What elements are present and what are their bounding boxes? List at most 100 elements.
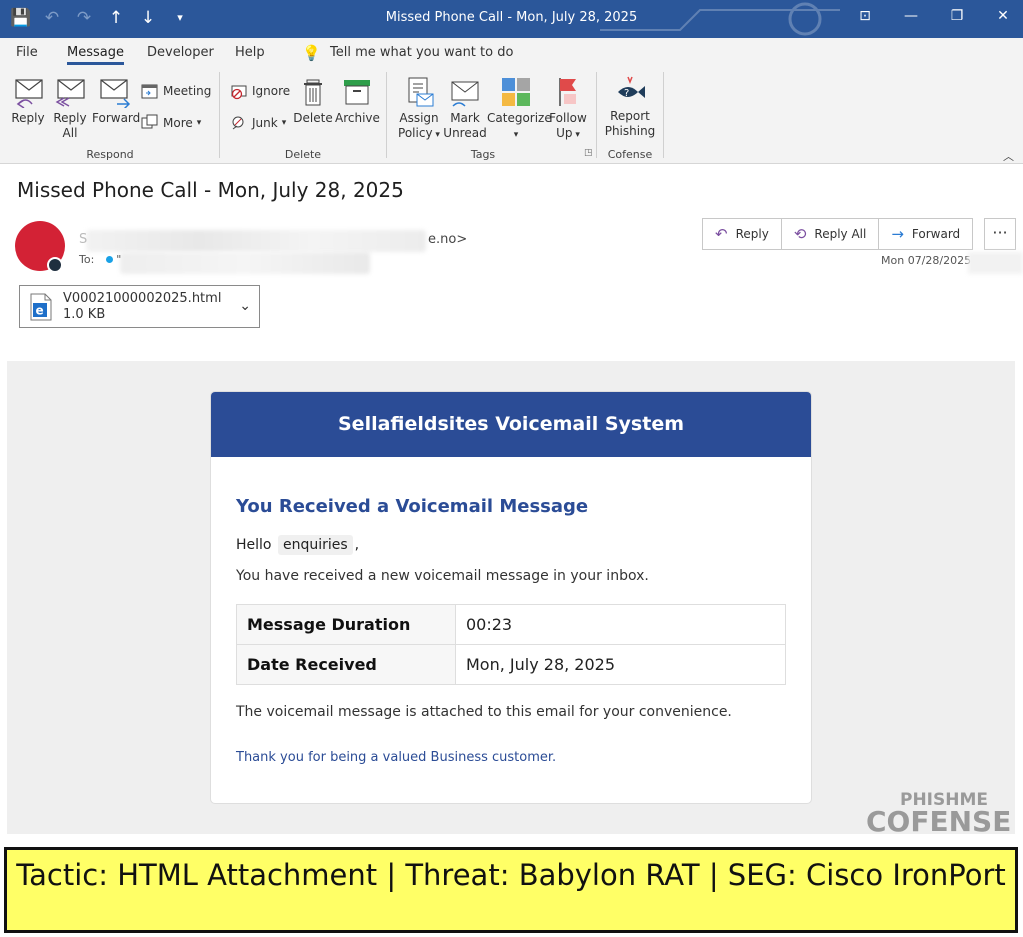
menu-bar: File Message Developer Help 💡 Tell me wh…	[0, 38, 1023, 68]
more-dropdown-icon: ▾	[196, 118, 202, 128]
reply-all-label-1: Reply	[53, 111, 87, 125]
message-actions: ↶ Reply ⟲ Reply All → Forward	[702, 218, 974, 250]
ribbon-separator	[386, 72, 387, 158]
to-label: To:	[79, 253, 95, 266]
mark-unread-label-2: Unread	[443, 126, 487, 140]
ribbon-separator	[596, 72, 597, 158]
recipient-line: To: "	[79, 253, 121, 266]
intro-text: You have received a new voicemail messag…	[236, 568, 649, 584]
mark-unread-icon	[451, 81, 479, 107]
detail-value: Mon, July 28, 2025	[455, 644, 786, 685]
forward-icon	[100, 79, 131, 108]
header-reply-all-label: Reply All	[814, 227, 867, 241]
junk-dropdown-icon: ▾	[281, 118, 287, 128]
respond-group-label: Respond	[86, 148, 134, 161]
ribbon-separator	[219, 72, 220, 158]
reply-all-label-2: All	[62, 126, 78, 140]
header-forward-label: Forward	[911, 227, 961, 241]
restore-icon[interactable]: ❐	[947, 8, 967, 24]
tab-help[interactable]: Help	[235, 45, 265, 60]
tab-file[interactable]: File	[16, 45, 38, 60]
minimize-icon[interactable]: —	[901, 8, 921, 24]
delete-group-label: Delete	[284, 148, 322, 161]
tab-message[interactable]: Message	[67, 45, 124, 65]
message-subject: Missed Phone Call - Mon, July 28, 2025	[17, 178, 404, 202]
junk-label: Junk	[252, 116, 278, 130]
archive-label: Archive	[335, 111, 380, 125]
categorize-icon	[502, 78, 530, 106]
detail-value: 00:23	[455, 604, 786, 645]
sender-initial[interactable]: S	[79, 232, 87, 247]
flag-icon	[559, 78, 576, 106]
archive-button[interactable]: Archive	[335, 76, 380, 126]
meeting-label: Meeting	[163, 84, 212, 98]
greeting-prefix: Hello	[236, 537, 272, 553]
ignore-button[interactable]: Ignore	[230, 82, 290, 100]
follow-up-label-1: Follow	[549, 111, 587, 125]
tell-me-search[interactable]: Tell me what you want to do	[330, 45, 513, 60]
recipient-value[interactable]: "	[116, 253, 121, 266]
delete-label: Delete	[293, 111, 333, 125]
tags-dialog-launcher-icon[interactable]: ◳	[584, 148, 593, 158]
reply-all-icon	[55, 79, 85, 107]
trash-icon	[304, 79, 322, 106]
threat-caption: Tactic: HTML Attachment | Threat: Babylo…	[4, 847, 1018, 933]
follow-up-button[interactable]: Follow Up ▾	[547, 76, 589, 143]
reply-all-button[interactable]: Reply All	[50, 76, 90, 141]
sender-address-tail[interactable]: e.no>	[428, 232, 467, 247]
header-reply-button[interactable]: ↶ Reply	[703, 219, 782, 249]
delete-button[interactable]: Delete	[293, 76, 333, 126]
chevron-down-icon[interactable]: ⌄	[239, 298, 251, 314]
follow-up-label-2: Up	[556, 126, 573, 140]
forward-button[interactable]: Forward	[92, 76, 141, 126]
thanks-text: Thank you for being a valued Business cu…	[236, 750, 557, 765]
detail-key: Message Duration	[236, 604, 456, 645]
title-bar: 💾 ↶ ↷ ↑ ↓ ▾ Missed Phone Call - Mon, Jul…	[0, 0, 1023, 38]
ribbon-separator	[663, 72, 664, 158]
tags-group-label: Tags	[470, 148, 496, 161]
meeting-button[interactable]: Meeting	[141, 82, 211, 100]
message-date: Mon 07/28/2025	[881, 254, 972, 267]
mark-unread-button[interactable]: Mark Unread	[443, 76, 487, 141]
svg-text:e: e	[36, 304, 44, 318]
table-row: Message Duration 00:23	[236, 604, 786, 645]
voicemail-heading: You Received a Voicemail Message	[236, 496, 589, 517]
reply-all-arrow-icon: ⟲	[793, 225, 807, 243]
ellipsis-icon: ···	[992, 223, 1008, 242]
categorize-button[interactable]: Categorize ▾	[487, 76, 552, 143]
sender-avatar[interactable]	[15, 221, 65, 273]
ribbon-display-icon[interactable]: ⊡	[855, 8, 875, 24]
cofense-text: COFENSE	[866, 805, 1012, 838]
junk-icon	[232, 116, 244, 130]
redacted-sender	[86, 230, 426, 252]
tab-developer[interactable]: Developer	[147, 45, 214, 60]
assign-policy-button[interactable]: Assign Policy ▾	[393, 76, 445, 143]
header-forward-button[interactable]: → Forward	[879, 219, 972, 249]
lightbulb-icon: 💡	[302, 44, 321, 62]
attachment-card[interactable]: e V00021000002025.html 1.0 KB ⌄	[19, 285, 260, 328]
voicemail-banner: Sellafieldsites Voicemail System	[211, 392, 811, 457]
assign-policy-icon	[408, 77, 434, 107]
more-respond-button[interactable]: More ▾	[141, 114, 201, 132]
ignore-icon	[231, 85, 247, 100]
more-actions-button[interactable]: ···	[984, 218, 1016, 250]
report-phishing-button[interactable]: ? Report Phishing	[603, 74, 657, 139]
reply-icon	[15, 79, 43, 108]
reply-label: Reply	[11, 111, 45, 125]
header-reply-all-button[interactable]: ⟲ Reply All	[782, 219, 880, 249]
report-phishing-label-1: Report	[610, 109, 650, 123]
redacted-time	[968, 252, 1023, 274]
junk-button[interactable]: Junk ▾	[230, 114, 286, 132]
presence-status-icon	[47, 257, 63, 273]
report-phishing-label-2: Phishing	[604, 124, 656, 138]
forward-label: Forward	[92, 111, 141, 125]
more-label: More	[163, 116, 193, 130]
categorize-label: Categorize	[487, 111, 552, 125]
mark-unread-label-1: Mark	[450, 111, 480, 125]
collapse-ribbon-icon[interactable]: ︿	[1003, 148, 1014, 164]
close-icon[interactable]: ✕	[993, 8, 1013, 24]
forward-arrow-icon: →	[891, 225, 904, 243]
assign-policy-label-1: Assign	[399, 111, 439, 125]
reply-button[interactable]: Reply	[8, 76, 48, 126]
table-row: Date Received Mon, July 28, 2025	[236, 644, 786, 685]
